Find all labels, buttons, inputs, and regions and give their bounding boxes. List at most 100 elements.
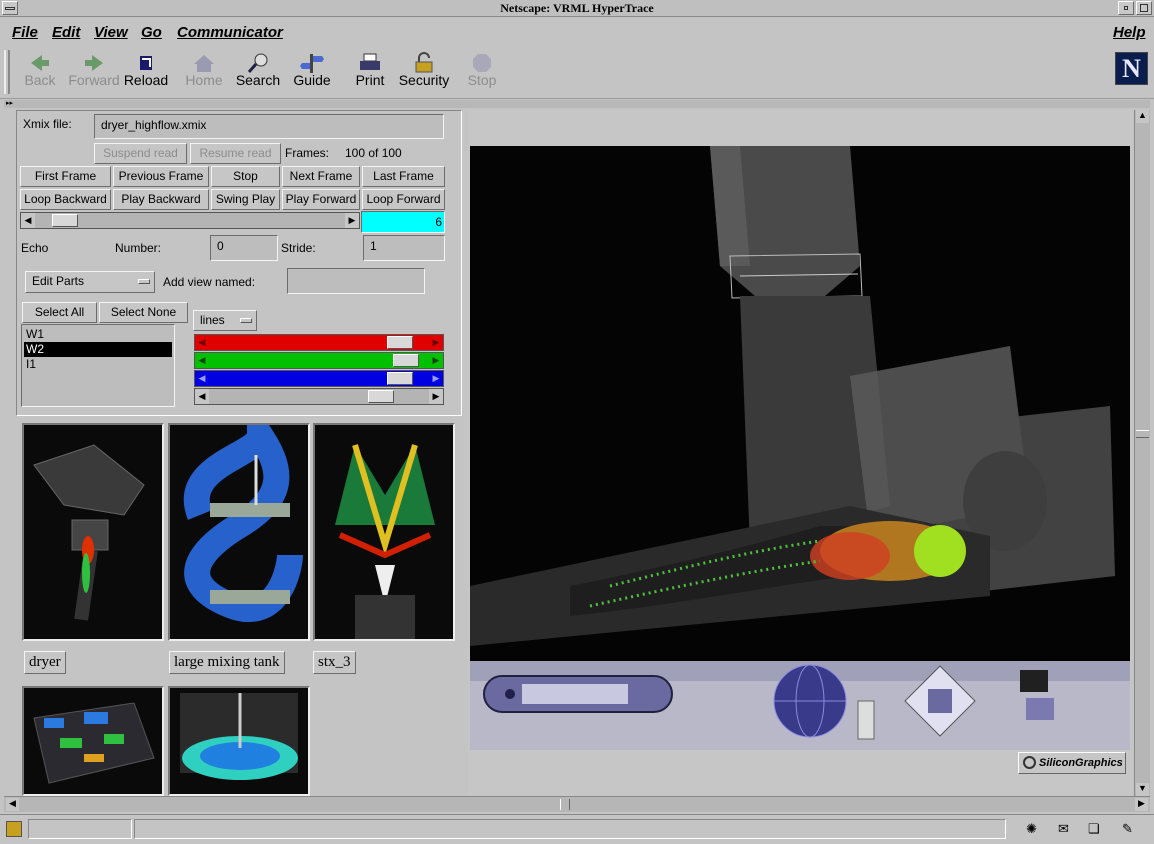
previous-frame-button[interactable]: Previous Frame xyxy=(113,166,209,187)
first-frame-button[interactable]: First Frame xyxy=(20,166,111,187)
security-lock-icon[interactable] xyxy=(6,821,22,837)
slider-left-arrow-icon[interactable]: ◀ xyxy=(195,353,209,368)
scroll-down-arrow-icon[interactable]: ▼ xyxy=(1136,783,1149,796)
slider-right-arrow-icon[interactable]: ▶ xyxy=(429,389,443,404)
slider-right-arrow-icon[interactable]: ▶ xyxy=(345,213,359,228)
status-message-field xyxy=(134,819,1006,839)
number-label: Number: xyxy=(115,241,162,255)
navigation-toolbar: Back Forward Reload Home Search Guide Pr… xyxy=(0,46,1154,99)
stride-field[interactable]: 1 xyxy=(363,235,445,261)
composer-icon[interactable]: ✎ xyxy=(1122,821,1133,837)
menu-file[interactable]: File xyxy=(12,24,38,41)
slider-left-arrow-icon[interactable]: ◀ xyxy=(195,335,209,350)
menu-go[interactable]: Go xyxy=(141,24,162,41)
netscape-logo[interactable]: N xyxy=(1115,52,1148,85)
back-button[interactable]: Back xyxy=(12,50,68,96)
slider-left-arrow-icon[interactable]: ◀ xyxy=(195,371,209,386)
red-slider[interactable]: ◀ ▶ xyxy=(194,334,444,351)
scroll-right-arrow-icon[interactable]: ▶ xyxy=(1135,798,1148,811)
menu-view[interactable]: View xyxy=(94,24,128,41)
guide-icon xyxy=(300,52,324,74)
grid-model-thumbnail[interactable] xyxy=(22,686,164,796)
list-item[interactable]: W1 xyxy=(24,327,172,342)
navigator-icon[interactable]: ✺ xyxy=(1026,821,1037,837)
forward-button[interactable]: Forward xyxy=(66,50,122,96)
number-field[interactable]: 0 xyxy=(210,235,278,261)
slider-right-arrow-icon[interactable]: ▶ xyxy=(429,371,443,386)
blue-slider[interactable]: ◀ ▶ xyxy=(194,370,444,387)
select-none-button[interactable]: Select None xyxy=(99,302,188,323)
mail-icon[interactable]: ✉ xyxy=(1058,821,1069,837)
silicon-graphics-badge[interactable]: SiliconGraphics xyxy=(1018,752,1126,774)
stop-playback-button[interactable]: Stop xyxy=(211,166,280,187)
horizontal-scrollbar[interactable]: ◀ ▶ xyxy=(4,796,1150,812)
stride-label: Stride: xyxy=(281,241,316,255)
print-button[interactable]: Print xyxy=(342,50,398,96)
slider-left-arrow-icon[interactable]: ◀ xyxy=(21,213,35,228)
edit-parts-dropdown[interactable]: Edit Parts xyxy=(25,271,155,293)
menu-edit[interactable]: Edit xyxy=(52,24,80,41)
stirred-tank-thumbnail[interactable] xyxy=(168,686,310,796)
transparency-slider[interactable]: ◀ ▶ xyxy=(194,388,444,405)
security-button[interactable]: Security xyxy=(396,50,452,96)
toolbar-collapse-strip[interactable]: ▸▸ xyxy=(4,100,1150,108)
dryer-thumbnail[interactable] xyxy=(22,423,164,641)
parts-list[interactable]: W1 W2 I1 xyxy=(21,324,175,407)
scrollbar-thumb[interactable] xyxy=(560,799,570,810)
list-item-selected[interactable]: W2 xyxy=(24,342,172,357)
window-title: Netscape: VRML HyperTrace xyxy=(500,1,654,15)
blue-slider-thumb[interactable] xyxy=(387,372,414,385)
slider-right-arrow-icon[interactable]: ▶ xyxy=(429,335,443,350)
add-view-field[interactable] xyxy=(287,268,425,294)
scroll-up-arrow-icon[interactable]: ▲ xyxy=(1136,110,1149,123)
menu-help[interactable]: Help xyxy=(1113,24,1146,41)
green-slider[interactable]: ◀ ▶ xyxy=(194,352,444,369)
search-icon xyxy=(246,52,270,74)
green-slider-thumb[interactable] xyxy=(393,354,420,367)
xmix-file-label: Xmix file: xyxy=(23,117,72,131)
xmix-file-field[interactable]: dryer_highflow.xmix xyxy=(94,114,444,139)
menu-communicator[interactable]: Communicator xyxy=(177,24,283,41)
scrollbar-thumb[interactable] xyxy=(1136,430,1149,438)
thumbnail-label-stx-3[interactable]: stx_3 xyxy=(313,651,356,674)
thumbnail-label-large-mixing-tank[interactable]: large mixing tank xyxy=(169,651,285,674)
printer-icon xyxy=(358,52,382,74)
suspend-read-button[interactable]: Suspend read xyxy=(94,143,187,164)
red-slider-thumb[interactable] xyxy=(387,336,414,349)
select-all-button[interactable]: Select All xyxy=(22,302,97,323)
loop-forward-button[interactable]: Loop Forward xyxy=(362,189,445,210)
play-forward-button[interactable]: Play Forward xyxy=(282,189,360,210)
frame-slider-thumb[interactable] xyxy=(52,214,79,227)
render-mode-dropdown[interactable]: lines xyxy=(193,310,257,331)
stx-3-thumbnail[interactable] xyxy=(313,423,455,641)
frame-slider[interactable]: ◀ ▶ xyxy=(20,212,360,229)
last-frame-button[interactable]: Last Frame xyxy=(362,166,445,187)
reload-button[interactable]: Reload xyxy=(118,50,174,96)
frames-label: Frames: xyxy=(285,146,330,160)
maximize-button[interactable] xyxy=(1136,1,1152,15)
frame-counter-field[interactable]: 6 xyxy=(361,211,445,233)
next-frame-button[interactable]: Next Frame xyxy=(282,166,360,187)
home-button[interactable]: Home xyxy=(176,50,232,96)
large-mixing-tank-thumbnail[interactable] xyxy=(168,392,310,641)
vertical-scrollbar[interactable]: ▲ ▼ xyxy=(1134,110,1150,796)
play-backward-button[interactable]: Play Backward xyxy=(113,189,209,210)
thumbnail-label-dryer[interactable]: dryer xyxy=(24,651,66,674)
swing-play-button[interactable]: Swing Play xyxy=(211,189,280,210)
hypertrace-control-panel: Xmix file: dryer_highflow.xmix Suspend r… xyxy=(16,110,462,416)
resume-read-button[interactable]: Resume read xyxy=(190,143,281,164)
transparency-slider-thumb[interactable] xyxy=(368,390,395,403)
guide-button[interactable]: Guide xyxy=(284,50,340,96)
slider-left-arrow-icon[interactable]: ◀ xyxy=(195,389,209,404)
discussions-icon[interactable]: ❏ xyxy=(1088,821,1100,837)
minimize-button[interactable] xyxy=(1118,1,1134,15)
stop-icon xyxy=(470,52,494,74)
loop-backward-button[interactable]: Loop Backward xyxy=(20,189,111,210)
toolbar-grip[interactable] xyxy=(4,50,10,94)
stop-button[interactable]: Stop xyxy=(454,50,510,96)
list-item[interactable]: I1 xyxy=(24,357,172,372)
vrml-3d-viewport[interactable] xyxy=(470,146,1130,750)
scroll-left-arrow-icon[interactable]: ◀ xyxy=(6,798,19,811)
slider-right-arrow-icon[interactable]: ▶ xyxy=(429,353,443,368)
search-button[interactable]: Search xyxy=(230,50,286,96)
